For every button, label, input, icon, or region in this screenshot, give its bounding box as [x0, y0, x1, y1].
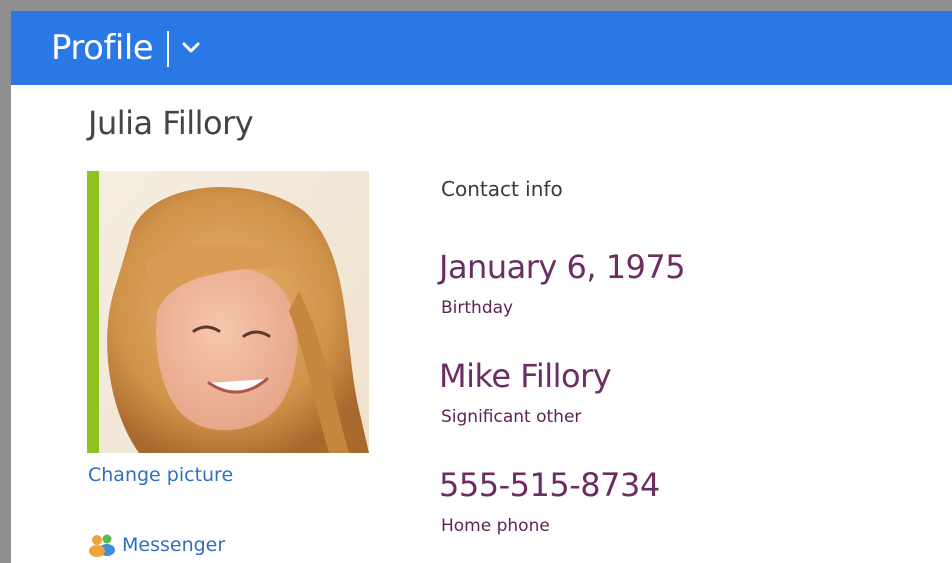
significant-other-label: Significant other: [441, 407, 582, 427]
messenger-label: Messenger: [122, 534, 226, 556]
change-picture-link[interactable]: Change picture: [88, 464, 233, 486]
contact-name: Julia Fillory: [88, 104, 254, 142]
section-title-contact-info: Contact info: [441, 177, 563, 201]
home-phone-value[interactable]: 555-515-8734: [439, 466, 660, 504]
header-divider: [167, 31, 169, 67]
home-phone-label: Home phone: [441, 516, 550, 536]
profile-photo[interactable]: [99, 171, 369, 453]
photo-accent-bar: [87, 171, 99, 453]
significant-other-value[interactable]: Mike Fillory: [439, 357, 612, 395]
birthday-value: January 6, 1975: [439, 248, 686, 286]
messenger-link[interactable]: Messenger: [88, 533, 225, 557]
birthday-label: Birthday: [441, 298, 514, 318]
people-icon: [89, 534, 115, 557]
page-title: Profile: [51, 28, 154, 68]
chevron-down-icon[interactable]: [181, 38, 201, 58]
app-header: Profile: [11, 11, 952, 85]
